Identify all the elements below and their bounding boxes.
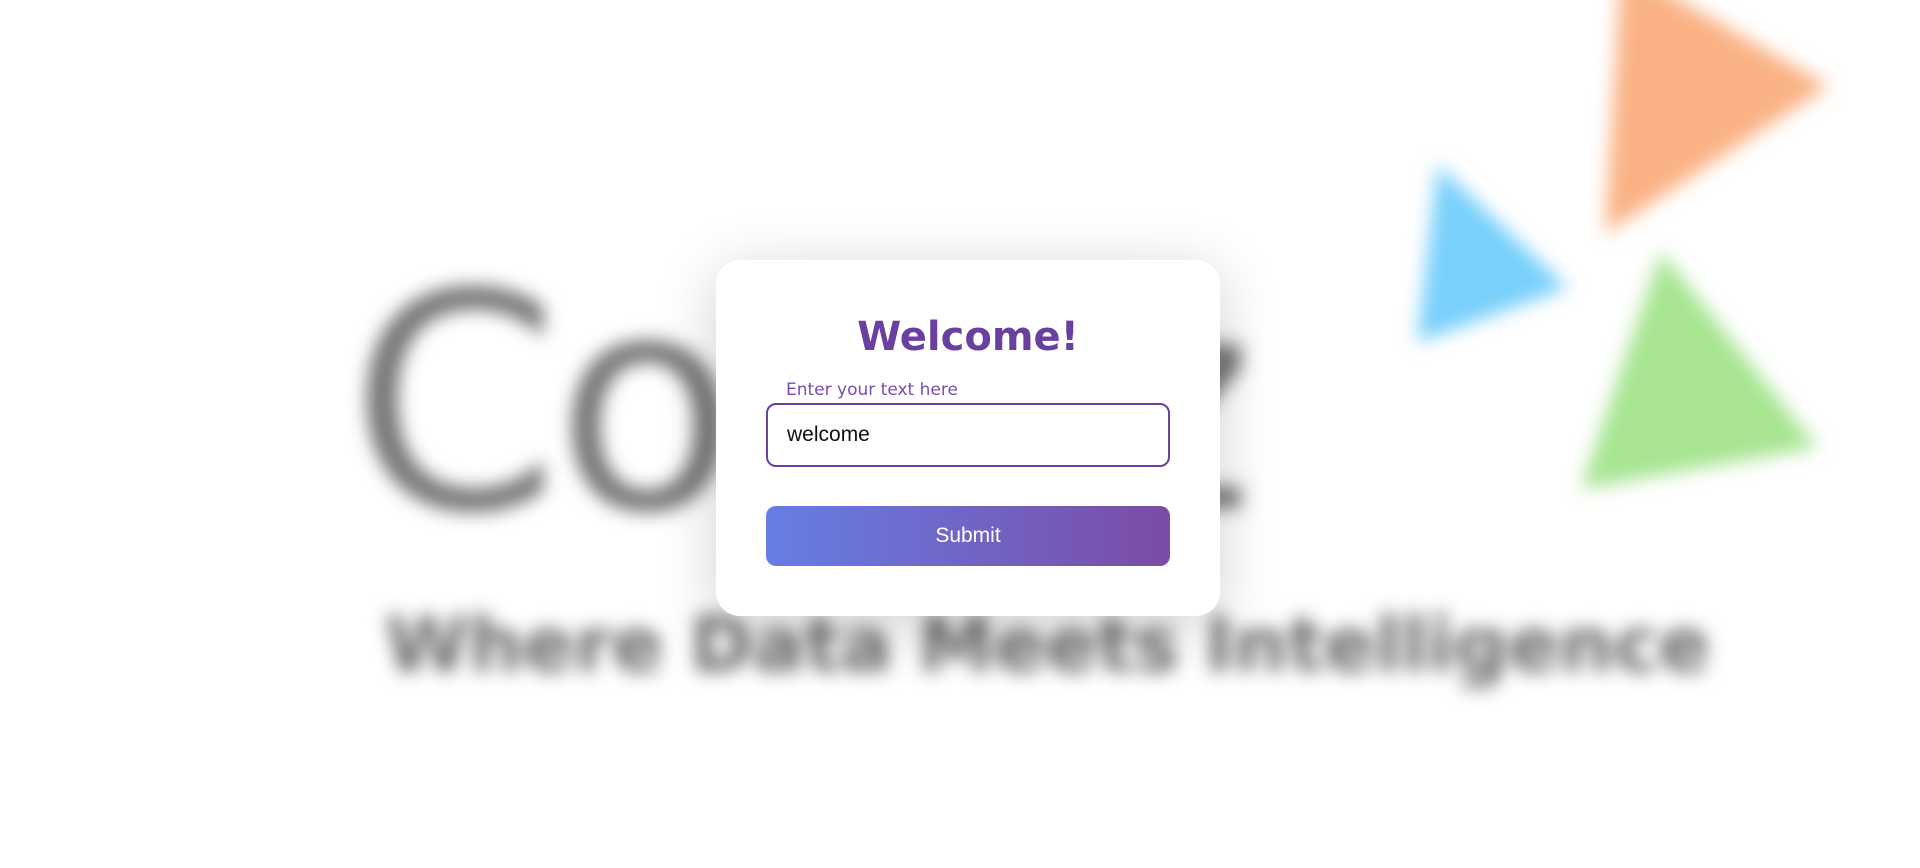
welcome-card: Welcome! Enter your text here Submit bbox=[716, 260, 1220, 616]
card-title: Welcome! bbox=[857, 314, 1079, 360]
submit-button[interactable]: Submit bbox=[766, 506, 1170, 566]
page: Co fyz Where Data Meets Intelligence Wel… bbox=[0, 0, 1920, 868]
text-input[interactable] bbox=[766, 403, 1170, 467]
text-input-label: Enter your text here bbox=[786, 380, 958, 400]
